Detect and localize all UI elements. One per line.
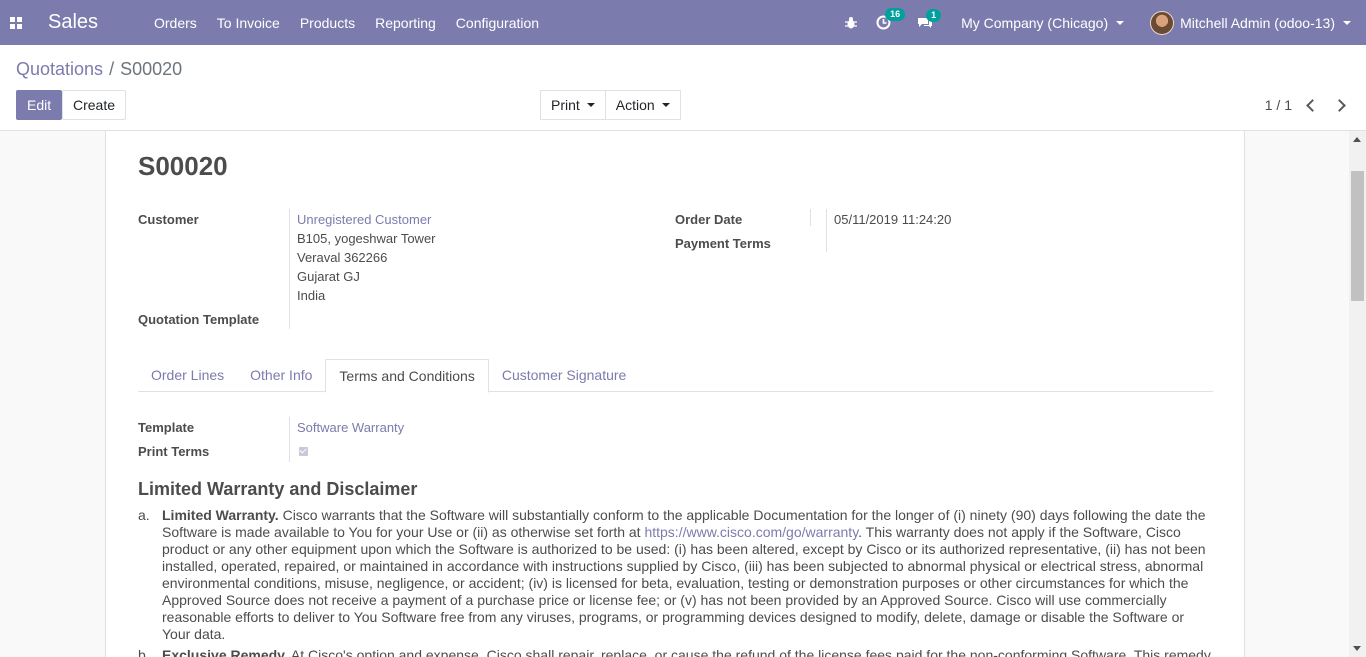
customer-address-line: Gujarat GJ <box>297 269 360 284</box>
main-menu: Orders To Invoice Products Reporting Con… <box>144 15 549 31</box>
chevron-left-icon[interactable] <box>1306 98 1319 112</box>
list-item-title: Exclusive Remedy. <box>162 647 288 657</box>
print-action-group: Print Action <box>540 90 681 120</box>
menu-configuration[interactable]: Configuration <box>446 15 549 31</box>
breadcrumb-quotations[interactable]: Quotations <box>16 59 103 79</box>
customer-address-line: India <box>297 288 326 303</box>
print-dropdown[interactable]: Print <box>540 90 606 120</box>
control-panel: Quotations / S00020 Edit Create Print Acti… <box>0 45 1366 131</box>
message-count-badge: 1 <box>926 8 942 22</box>
action-label: Action <box>615 97 655 113</box>
list-marker: a. <box>138 507 150 523</box>
scroll-thumb[interactable] <box>1351 171 1364 301</box>
print-terms-label: Print Terms <box>138 444 210 459</box>
activity-count-badge: 16 <box>885 8 906 21</box>
debug-bug-icon[interactable] <box>835 16 867 30</box>
user-name: Mitchell Admin (odoo-13) <box>1180 14 1335 31</box>
page-scrollbar[interactable] <box>1349 131 1366 657</box>
order-date-label: Order Date <box>675 212 743 227</box>
quotation-template-label: Quotation Template <box>138 312 260 327</box>
create-button[interactable]: Create <box>62 90 127 120</box>
print-label: Print <box>551 97 580 113</box>
menu-products[interactable]: Products <box>290 15 365 31</box>
field-divider <box>810 209 811 226</box>
company-switcher[interactable]: My Company (Chicago) <box>952 15 1133 31</box>
scroll-up-arrow-icon[interactable] <box>1353 137 1361 142</box>
apps-menu-icon[interactable] <box>0 0 32 45</box>
action-dropdown[interactable]: Action <box>605 90 681 120</box>
avatar <box>1150 10 1175 35</box>
field-divider <box>289 417 290 462</box>
pager-value[interactable]: 1 / 1 <box>1265 97 1292 113</box>
breadcrumb-current: S00020 <box>120 59 183 79</box>
tab-terms-and-conditions[interactable]: Terms and Conditions <box>325 359 489 393</box>
chevron-down-icon <box>586 103 595 107</box>
list-item-text: At Cisco's option and expense, Cisco sha… <box>287 647 1211 657</box>
chevron-down-icon <box>1343 20 1351 25</box>
template-label: Template <box>138 420 195 435</box>
chevron-down-icon <box>1116 20 1125 25</box>
breadcrumb-separator: / <box>109 59 115 79</box>
list-marker: b. <box>138 647 150 657</box>
top-navbar: Sales Orders To Invoice Products Reporti… <box>0 0 1366 45</box>
customer-label: Customer <box>138 212 199 227</box>
tab-order-lines[interactable]: Order Lines <box>138 359 237 392</box>
messages-chat-icon[interactable]: 1 <box>908 8 942 30</box>
user-menu[interactable]: Mitchell Admin (odoo-13) <box>1141 10 1360 35</box>
form-sheet: S00020 Customer Unregistered Customer B1… <box>105 131 1245 657</box>
tab-customer-signature[interactable]: Customer Signature <box>489 359 640 392</box>
customer-address-line: Veraval 362266 <box>297 250 388 265</box>
template-link[interactable]: Software Warranty <box>297 420 404 435</box>
chevron-down-icon <box>661 103 670 107</box>
terms-list: a. Limited Warranty. Cisco warrants that… <box>138 507 1213 657</box>
order-date-value: 05/11/2019 11:24:20 <box>834 212 952 227</box>
customer-link[interactable]: Unregistered Customer <box>297 212 431 227</box>
menu-reporting[interactable]: Reporting <box>365 15 446 31</box>
list-item-body: Exclusive Remedy. At Cisco's option and … <box>162 647 1213 657</box>
activities-clock-icon[interactable]: 16 <box>867 8 906 30</box>
terms-title: Limited Warranty and Disclaimer <box>138 479 418 499</box>
print-terms-checkbox[interactable] <box>299 447 308 456</box>
breadcrumb: Quotations / S00020 <box>16 59 182 80</box>
list-item: a. Limited Warranty. Cisco warrants that… <box>138 507 1213 643</box>
pager: 1 / 1 <box>1265 97 1346 113</box>
list-item-body: Limited Warranty. Cisco warrants that th… <box>162 507 1213 643</box>
list-item-title: Limited Warranty. <box>162 507 279 523</box>
customer-address-line: B105, yogeshwar Tower <box>297 231 436 246</box>
company-name: My Company (Chicago) <box>961 14 1109 31</box>
tab-other-info[interactable]: Other Info <box>237 359 325 392</box>
chevron-right-icon[interactable] <box>1333 98 1346 112</box>
field-divider <box>826 209 827 252</box>
scroll-down-arrow-icon[interactable] <box>1353 646 1361 651</box>
edit-button[interactable]: Edit <box>16 90 63 120</box>
menu-to-invoice[interactable]: To Invoice <box>207 15 290 31</box>
list-item: b. Exclusive Remedy. At Cisco's option a… <box>138 647 1213 657</box>
menu-orders[interactable]: Orders <box>144 15 207 31</box>
warranty-link[interactable]: https://www.cisco.com/go/warranty <box>644 524 858 540</box>
notebook-tabs: Order Lines Other Info Terms and Conditi… <box>138 359 1213 393</box>
app-name[interactable]: Sales <box>48 11 144 34</box>
field-divider <box>289 209 290 329</box>
list-item-text: . This warranty does not apply if the So… <box>162 524 1206 642</box>
order-name: S00020 <box>138 151 228 181</box>
payment-terms-label: Payment Terms <box>675 236 771 251</box>
